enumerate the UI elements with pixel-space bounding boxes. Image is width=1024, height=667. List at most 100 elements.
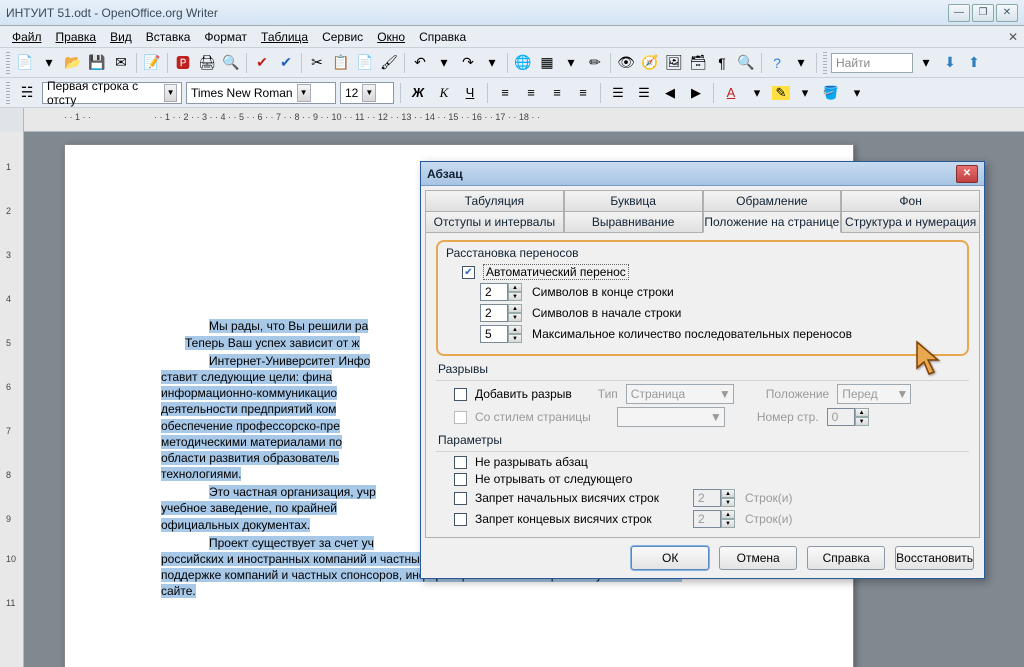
numbering-icon[interactable]: ☰ — [607, 82, 629, 104]
ruler-vertical[interactable]: 1 2 3 4 5 6 7 8 9 10 11 — [0, 132, 24, 667]
table-icon[interactable]: ▦ — [536, 52, 558, 74]
search-up-icon[interactable]: ⬆ — [963, 52, 985, 74]
font-combo[interactable]: Times New Roman▼ — [186, 82, 336, 104]
styles-icon[interactable]: ☵ — [16, 82, 38, 104]
bgcolor-icon[interactable]: 🪣 — [820, 82, 842, 104]
redo-icon[interactable]: ↷ — [457, 52, 479, 74]
draw-icon[interactable]: ✏ — [584, 52, 606, 74]
keep-para-checkbox[interactable] — [454, 456, 467, 469]
menu-help[interactable]: Справка — [413, 28, 472, 46]
dialog-titlebar[interactable]: Абзац ✕ — [421, 162, 984, 186]
start-chars-spinner[interactable]: ▲▼ — [480, 304, 524, 322]
find-icon[interactable]: 👁 — [615, 52, 637, 74]
widow-checkbox[interactable] — [454, 513, 467, 526]
max-hyphens-input[interactable] — [480, 325, 508, 343]
datasource-icon[interactable]: 🗃 — [687, 52, 709, 74]
copy-icon[interactable]: 📋 — [330, 52, 352, 74]
tab-background[interactable]: Фон — [841, 190, 980, 212]
ok-button[interactable]: ОК — [631, 546, 709, 570]
font-color-icon[interactable]: А — [720, 82, 742, 104]
format-paint-icon[interactable]: 🖌 — [378, 52, 400, 74]
minimize-button[interactable]: — — [948, 4, 970, 22]
max-hyphens-spinner[interactable]: ▲▼ — [480, 325, 524, 343]
undo-drop-icon[interactable]: ▾ — [433, 52, 455, 74]
open-icon[interactable]: 📂 — [62, 52, 84, 74]
reset-button[interactable]: Восстановить — [895, 546, 974, 570]
align-justify-icon[interactable]: ≡ — [572, 82, 594, 104]
print-icon[interactable]: 🖨 — [196, 52, 218, 74]
start-chars-input[interactable] — [480, 304, 508, 322]
menu-edit[interactable]: Правка — [50, 28, 103, 46]
paste-icon[interactable]: 📄 — [354, 52, 376, 74]
email-icon[interactable]: ✉ — [110, 52, 132, 74]
search-down-icon[interactable]: ⬇ — [939, 52, 961, 74]
cut-icon[interactable]: ✂ — [306, 52, 328, 74]
end-chars-spinner[interactable]: ▲▼ — [480, 283, 524, 301]
tab-dropcaps[interactable]: Буквица — [564, 190, 703, 212]
underline-button[interactable]: Ч — [459, 82, 481, 104]
fontsize-combo[interactable]: 12▼ — [340, 82, 394, 104]
insert-break-checkbox[interactable] — [454, 388, 467, 401]
new-doc-icon[interactable]: 📄 — [14, 52, 36, 74]
indent-inc-icon[interactable]: ▶ — [685, 82, 707, 104]
dialog-close-button[interactable]: ✕ — [956, 165, 978, 183]
tab-indents[interactable]: Отступы и интервалы — [425, 211, 564, 233]
dropdown-icon[interactable]: ▾ — [38, 52, 60, 74]
search-input[interactable]: Найти — [831, 53, 913, 73]
orphan-checkbox[interactable] — [454, 492, 467, 505]
align-right-icon[interactable]: ≡ — [546, 82, 568, 104]
gallery-icon[interactable]: 🖼 — [663, 52, 685, 74]
table-drop-icon[interactable]: ▾ — [560, 52, 582, 74]
search-drop-icon[interactable]: ▾ — [915, 52, 937, 74]
menu-format[interactable]: Формат — [198, 28, 253, 46]
help-button[interactable]: Справка — [807, 546, 885, 570]
tab-borders[interactable]: Обрамление — [703, 190, 842, 212]
menu-insert[interactable]: Вставка — [140, 28, 197, 46]
font-color-drop-icon[interactable]: ▾ — [746, 82, 768, 104]
edit-mode-icon[interactable]: 📝 — [141, 52, 163, 74]
spellcheck-icon[interactable]: ✔ — [251, 52, 273, 74]
menu-file[interactable]: Файл — [6, 28, 48, 46]
navigator-icon[interactable]: 🧭 — [639, 52, 661, 74]
preview-icon[interactable]: 🔍 — [220, 52, 242, 74]
tab-textflow[interactable]: Положение на странице — [703, 211, 842, 233]
keep-next-checkbox[interactable] — [454, 473, 467, 486]
tab-outline[interactable]: Структура и нумерация — [841, 211, 980, 233]
autocheck-icon[interactable]: ✔ — [275, 52, 297, 74]
grip-icon[interactable] — [6, 52, 10, 74]
align-center-icon[interactable]: ≡ — [520, 82, 542, 104]
help-drop-icon[interactable]: ▾ — [790, 52, 812, 74]
bgcolor-drop-icon[interactable]: ▾ — [846, 82, 868, 104]
menu-view[interactable]: Вид — [104, 28, 138, 46]
redo-drop-icon[interactable]: ▾ — [481, 52, 503, 74]
help-icon[interactable]: ? — [766, 52, 788, 74]
grip-icon[interactable] — [823, 52, 827, 74]
highlight-drop-icon[interactable]: ▾ — [794, 82, 816, 104]
align-left-icon[interactable]: ≡ — [494, 82, 516, 104]
cancel-button[interactable]: Отмена — [719, 546, 797, 570]
ruler-horizontal[interactable]: · · 1 · · · · 1 · · 2 · · 3 · · 4 · · 5 … — [0, 108, 1024, 132]
tab-tabstops[interactable]: Табуляция — [425, 190, 564, 212]
menu-window[interactable]: Окно — [371, 28, 411, 46]
zoom-icon[interactable]: 🔍 — [735, 52, 757, 74]
maximize-button[interactable]: ❐ — [972, 4, 994, 22]
undo-icon[interactable]: ↶ — [409, 52, 431, 74]
italic-button[interactable]: К — [433, 82, 455, 104]
save-icon[interactable]: 💾 — [86, 52, 108, 74]
highlight-icon[interactable]: ✎ — [772, 86, 790, 100]
auto-hyphen-checkbox[interactable] — [462, 266, 475, 279]
end-chars-input[interactable] — [480, 283, 508, 301]
grip-icon[interactable] — [6, 82, 10, 104]
hyperlink-icon[interactable]: 🌐 — [512, 52, 534, 74]
indent-dec-icon[interactable]: ◀ — [659, 82, 681, 104]
menu-tools[interactable]: Сервис — [316, 28, 369, 46]
bold-button[interactable]: Ж — [407, 82, 429, 104]
pdf-icon[interactable]: 🅿 — [172, 52, 194, 74]
doc-close-icon[interactable]: ✕ — [1008, 30, 1018, 44]
menu-table[interactable]: Таблица — [255, 28, 314, 46]
nonprint-icon[interactable]: ¶ — [711, 52, 733, 74]
style-combo[interactable]: Первая строка с отсту▼ — [42, 82, 182, 104]
close-button[interactable]: ✕ — [996, 4, 1018, 22]
bullets-icon[interactable]: ☰ — [633, 82, 655, 104]
tab-alignment[interactable]: Выравнивание — [564, 211, 703, 233]
